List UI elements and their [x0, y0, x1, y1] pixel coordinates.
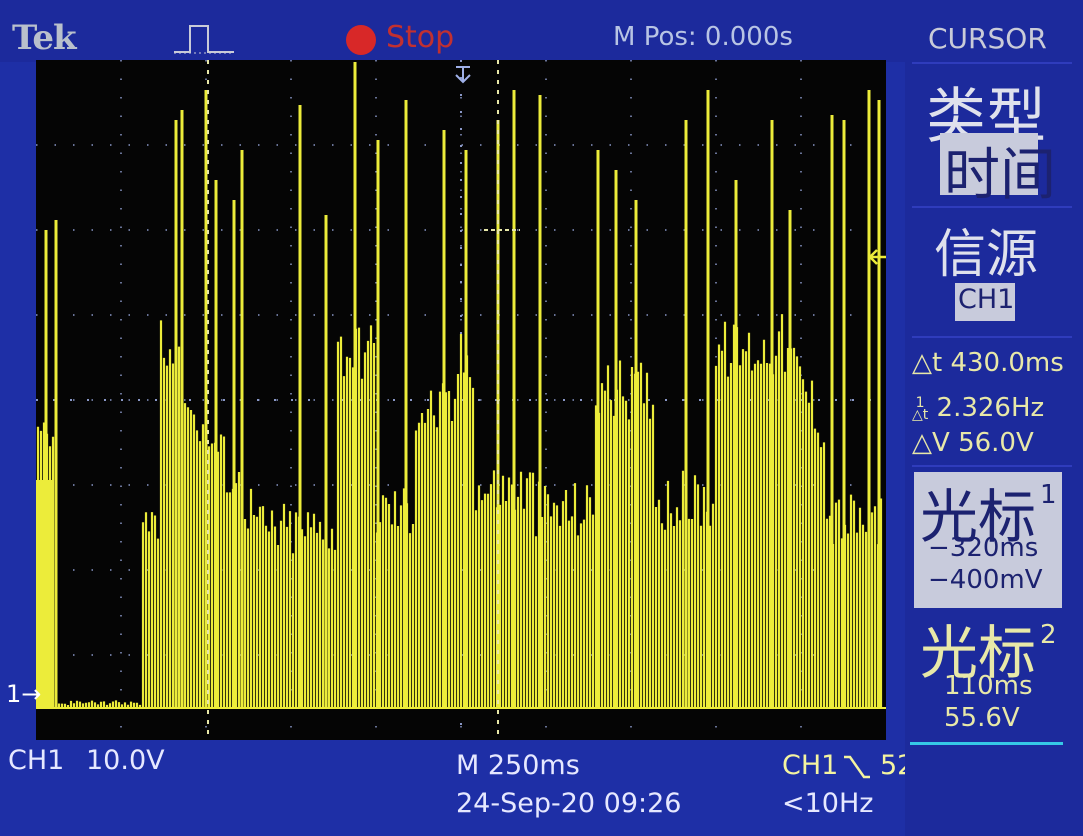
cursor1-index: 1	[1040, 480, 1057, 510]
menu-divider	[912, 465, 1072, 467]
delta-icon: △	[912, 348, 932, 378]
trigger-source: CH1	[782, 750, 839, 781]
trigger-level-marker-icon	[868, 249, 886, 265]
menu-divider	[912, 206, 1072, 208]
ch1-waveform-trace	[36, 62, 886, 709]
delta-icon: △	[912, 428, 932, 458]
ch1-label: CH1	[8, 745, 65, 776]
delta-voltage-readout: △V 56.0V	[912, 428, 1034, 458]
waveform-block	[36, 480, 54, 708]
waveform-screen	[36, 60, 886, 740]
run-stop-indicator	[346, 25, 376, 55]
menu-active-underline	[910, 742, 1063, 745]
inverse-delta-time-readout: 1 △t 2.326Hz	[912, 393, 1045, 423]
ch1-volts-per-div: 10.0V	[86, 745, 165, 776]
cursor2-voltage: 55.6V	[944, 703, 1020, 733]
pulse-waveform-icon	[174, 25, 234, 54]
trigger-position-arrow-icon	[455, 66, 471, 84]
cursor2-time: 110ms	[944, 671, 1033, 701]
cursor-type-value[interactable]: 时间	[944, 130, 1056, 211]
cursor1-time: −320ms	[928, 533, 1039, 563]
run-state-label: Stop	[386, 20, 455, 55]
horizontal-position-readout: M Pos: 0.000s	[613, 22, 793, 52]
ch1-ground-marker: 1→	[6, 680, 42, 708]
waveform-plot	[36, 60, 886, 740]
date-time-readout: 24-Sep-20 09:26	[456, 788, 682, 819]
cursor1-voltage: −400mV	[928, 565, 1043, 595]
menu-divider	[912, 62, 1072, 64]
oscilloscope-display: Tek Stop M Pos: 0.000s 1→ CH1 10.0V M 25…	[0, 0, 1083, 836]
delta-time-readout: △t 430.0ms	[912, 348, 1064, 378]
waveform-pulses	[36, 314, 883, 708]
trigger-frequency: <10Hz	[782, 788, 874, 819]
falling-edge-icon	[844, 755, 870, 779]
menu-title: CURSOR	[928, 22, 1047, 55]
cursor2-index: 2	[1040, 620, 1057, 650]
cursor-source-button-label[interactable]: 信源	[934, 212, 1038, 287]
menu-divider	[912, 336, 1072, 338]
inverse-delta-icon: 1 △t	[912, 394, 929, 423]
cursor-source-value[interactable]: CH1	[958, 284, 1014, 315]
brand-logo: Tek	[12, 18, 77, 58]
timebase-readout: M 250ms	[456, 750, 580, 781]
